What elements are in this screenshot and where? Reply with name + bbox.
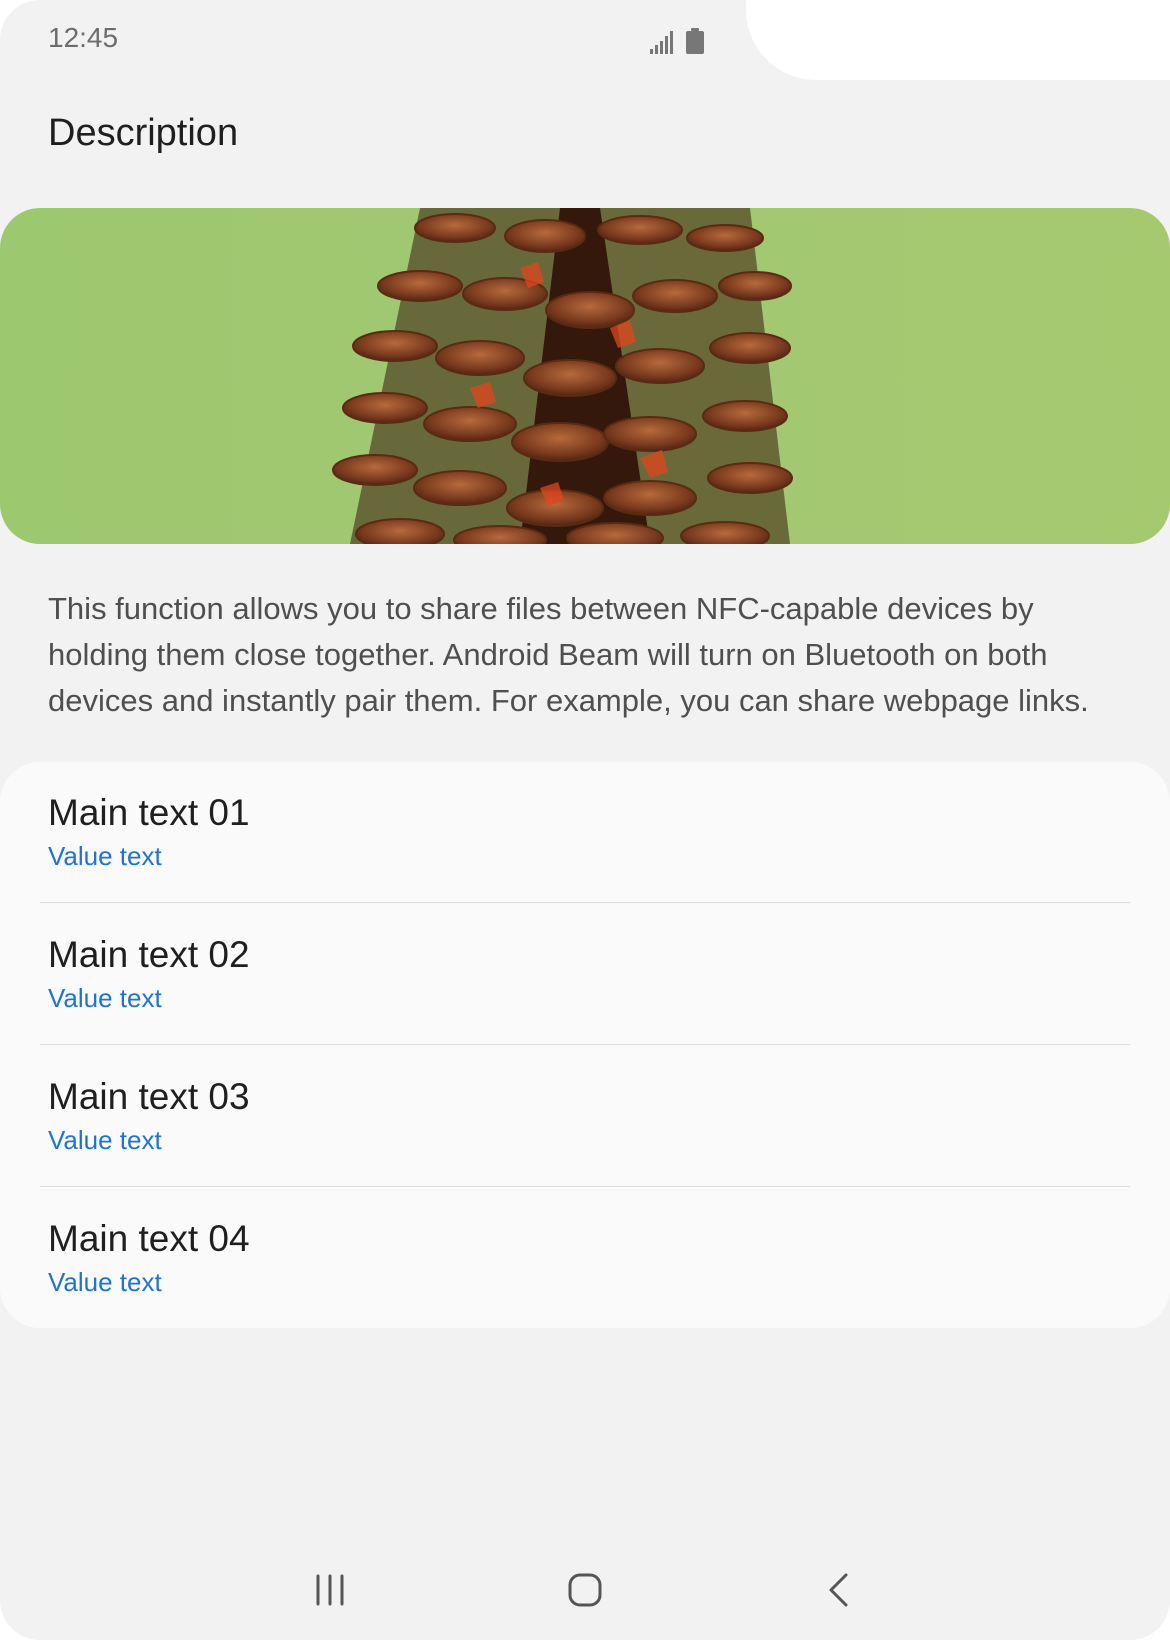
status-icons (650, 26, 704, 54)
list-item-value-text: Value text (48, 1267, 162, 1297)
list-divider (40, 1186, 1130, 1187)
home-icon (568, 1573, 602, 1607)
back-icon (829, 1573, 848, 1607)
recents-button[interactable] (300, 1560, 360, 1620)
camera-cutout (746, 0, 1170, 80)
list-item-main-text: Main text 04 (48, 1218, 250, 1259)
status-time: 12:45 (48, 22, 119, 53)
navigation-bar (0, 1560, 1170, 1620)
list-item-value-text: Value text (48, 983, 162, 1013)
list-divider (40, 1044, 1130, 1045)
list-card: Main text 01 Value text Main text 02 Val… (0, 762, 1170, 1328)
page-title: Description (48, 112, 239, 154)
list-item-value-text: Value text (48, 1125, 162, 1155)
list-item-02[interactable]: Main text 02 Value text (0, 904, 1170, 1046)
home-button[interactable] (555, 1560, 615, 1620)
app-screen: 12:45 Description This function allows y… (0, 0, 1170, 1640)
back-button[interactable] (810, 1560, 870, 1620)
list-item-03[interactable]: Main text 03 Value text (0, 1046, 1170, 1188)
description-text: This function allows you to share files … (48, 591, 1089, 718)
list-item-01[interactable]: Main text 01 Value text (0, 762, 1170, 904)
list-item-main-text: Main text 03 (48, 1076, 250, 1117)
list-item-04[interactable]: Main text 04 Value text (0, 1188, 1170, 1330)
signal-icon (650, 31, 673, 54)
list-divider (40, 902, 1130, 903)
list-item-value-text: Value text (48, 841, 162, 871)
list-item-main-text: Main text 02 (48, 934, 250, 975)
battery-icon (686, 28, 704, 54)
list-item-main-text: Main text 01 (48, 792, 250, 833)
hero-image (0, 208, 1170, 544)
recents-icon (316, 1574, 344, 1606)
